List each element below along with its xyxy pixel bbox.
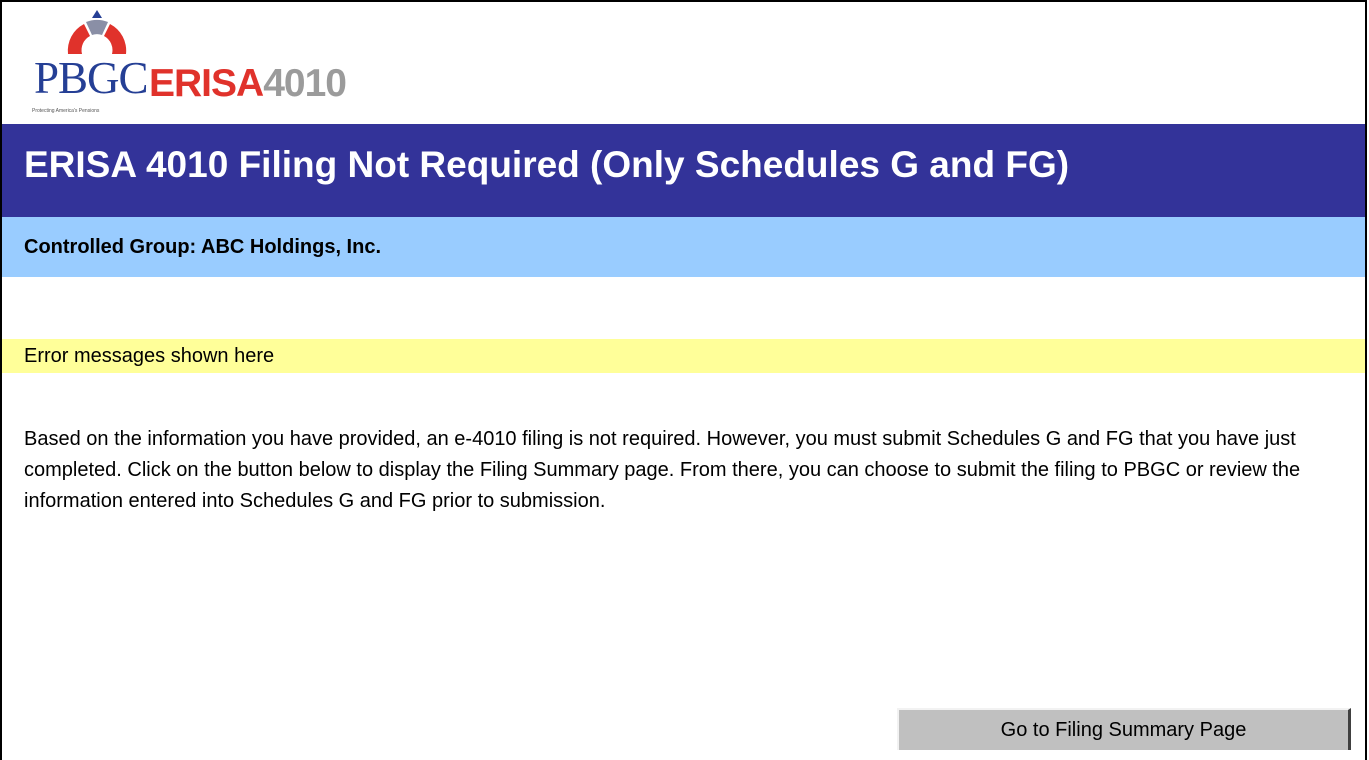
page-title: ERISA 4010 Filing Not Required (Only Sch… bbox=[24, 144, 1070, 185]
controlled-group-label: Controlled Group: ABC Holdings, Inc. bbox=[24, 236, 382, 258]
error-message-area: Error messages shown here bbox=[2, 339, 1365, 373]
logo-erisa-word: ERISA bbox=[149, 62, 264, 105]
pbgc-erisa-logo: PBGC ERISA4010 Protecting America's Pens… bbox=[24, 10, 424, 120]
controlled-group-bar: Controlled Group: ABC Holdings, Inc. bbox=[2, 217, 1365, 277]
logo-product-text: ERISA4010 bbox=[149, 62, 347, 105]
instructions-paragraph: Based on the information you have provid… bbox=[24, 428, 1301, 512]
page-header: ERISA 4010 Filing Not Required (Only Sch… bbox=[2, 124, 1365, 217]
instructions-text: Based on the information you have provid… bbox=[24, 424, 1354, 517]
error-message-text: Error messages shown here bbox=[24, 345, 275, 367]
logo-brand-text: PBGC bbox=[34, 53, 149, 103]
pbgc-arcs-icon bbox=[67, 10, 127, 54]
go-to-filing-summary-button[interactable]: Go to Filing Summary Page bbox=[897, 708, 1351, 750]
logo-tagline: Protecting America's Pensions bbox=[32, 108, 100, 114]
logo-4010-number: 4010 bbox=[263, 62, 347, 105]
